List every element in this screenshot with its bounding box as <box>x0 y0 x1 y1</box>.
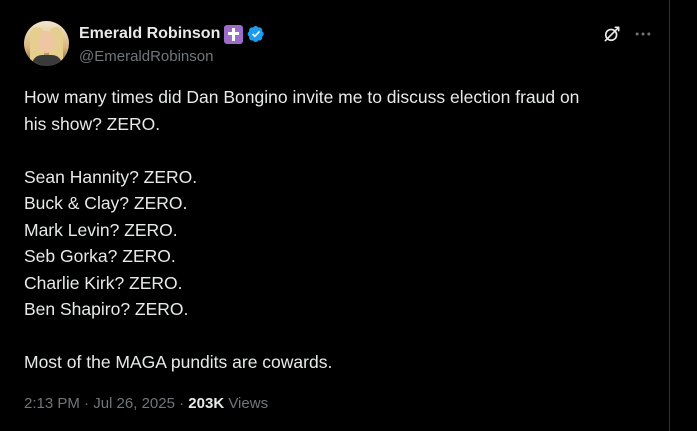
tweet-text-line: his show? ZERO. <box>24 113 161 134</box>
tweet-meta: 2:13 PM · Jul 26, 2025 · 203K Views <box>24 395 268 412</box>
views-label: Views <box>228 395 269 412</box>
tweet-date[interactable]: Jul 26, 2025 <box>93 395 175 412</box>
tweet-text-line: Most of the MAGA pundits are cowards. <box>24 352 333 372</box>
tweet-text-line: How many times did Dan Bongino invite me… <box>24 87 580 107</box>
tweet-text-line: Mark Levin? ZERO. <box>24 219 178 240</box>
author-name-row: Emerald Robinson <box>79 24 265 44</box>
tweet-text-line: Charlie Kirk? ZERO. <box>24 272 183 293</box>
tweet-text-line: Seb Gorka? ZERO. <box>24 246 176 266</box>
tweet-card: Emerald Robinson @EmeraldRobinson How ma… <box>0 0 670 431</box>
avatar-face <box>38 31 55 53</box>
meta-separator: · <box>179 395 185 412</box>
cross-emoji-icon <box>224 24 244 44</box>
author-display-name[interactable]: Emerald Robinson <box>79 25 220 43</box>
grok-icon[interactable] <box>602 24 622 44</box>
more-icon[interactable] <box>633 24 653 44</box>
verified-badge-icon[interactable] <box>247 25 265 43</box>
tweet-text: How many times did Dan Bongino invite me… <box>24 84 654 376</box>
author-handle[interactable]: @EmeraldRobinson <box>79 48 213 65</box>
tweet-text-line: Sean Hannity? ZERO. <box>24 166 198 187</box>
avatar[interactable] <box>24 21 69 66</box>
meta-separator: · <box>84 395 90 412</box>
avatar-body <box>32 55 62 66</box>
tweet-text-line: Ben Shapiro? ZERO. <box>24 299 189 319</box>
tweet-time[interactable]: 2:13 PM <box>24 395 80 412</box>
views-count[interactable]: 203K <box>188 395 224 412</box>
tweet-text-line: Buck & Clay? ZERO. <box>24 193 188 213</box>
